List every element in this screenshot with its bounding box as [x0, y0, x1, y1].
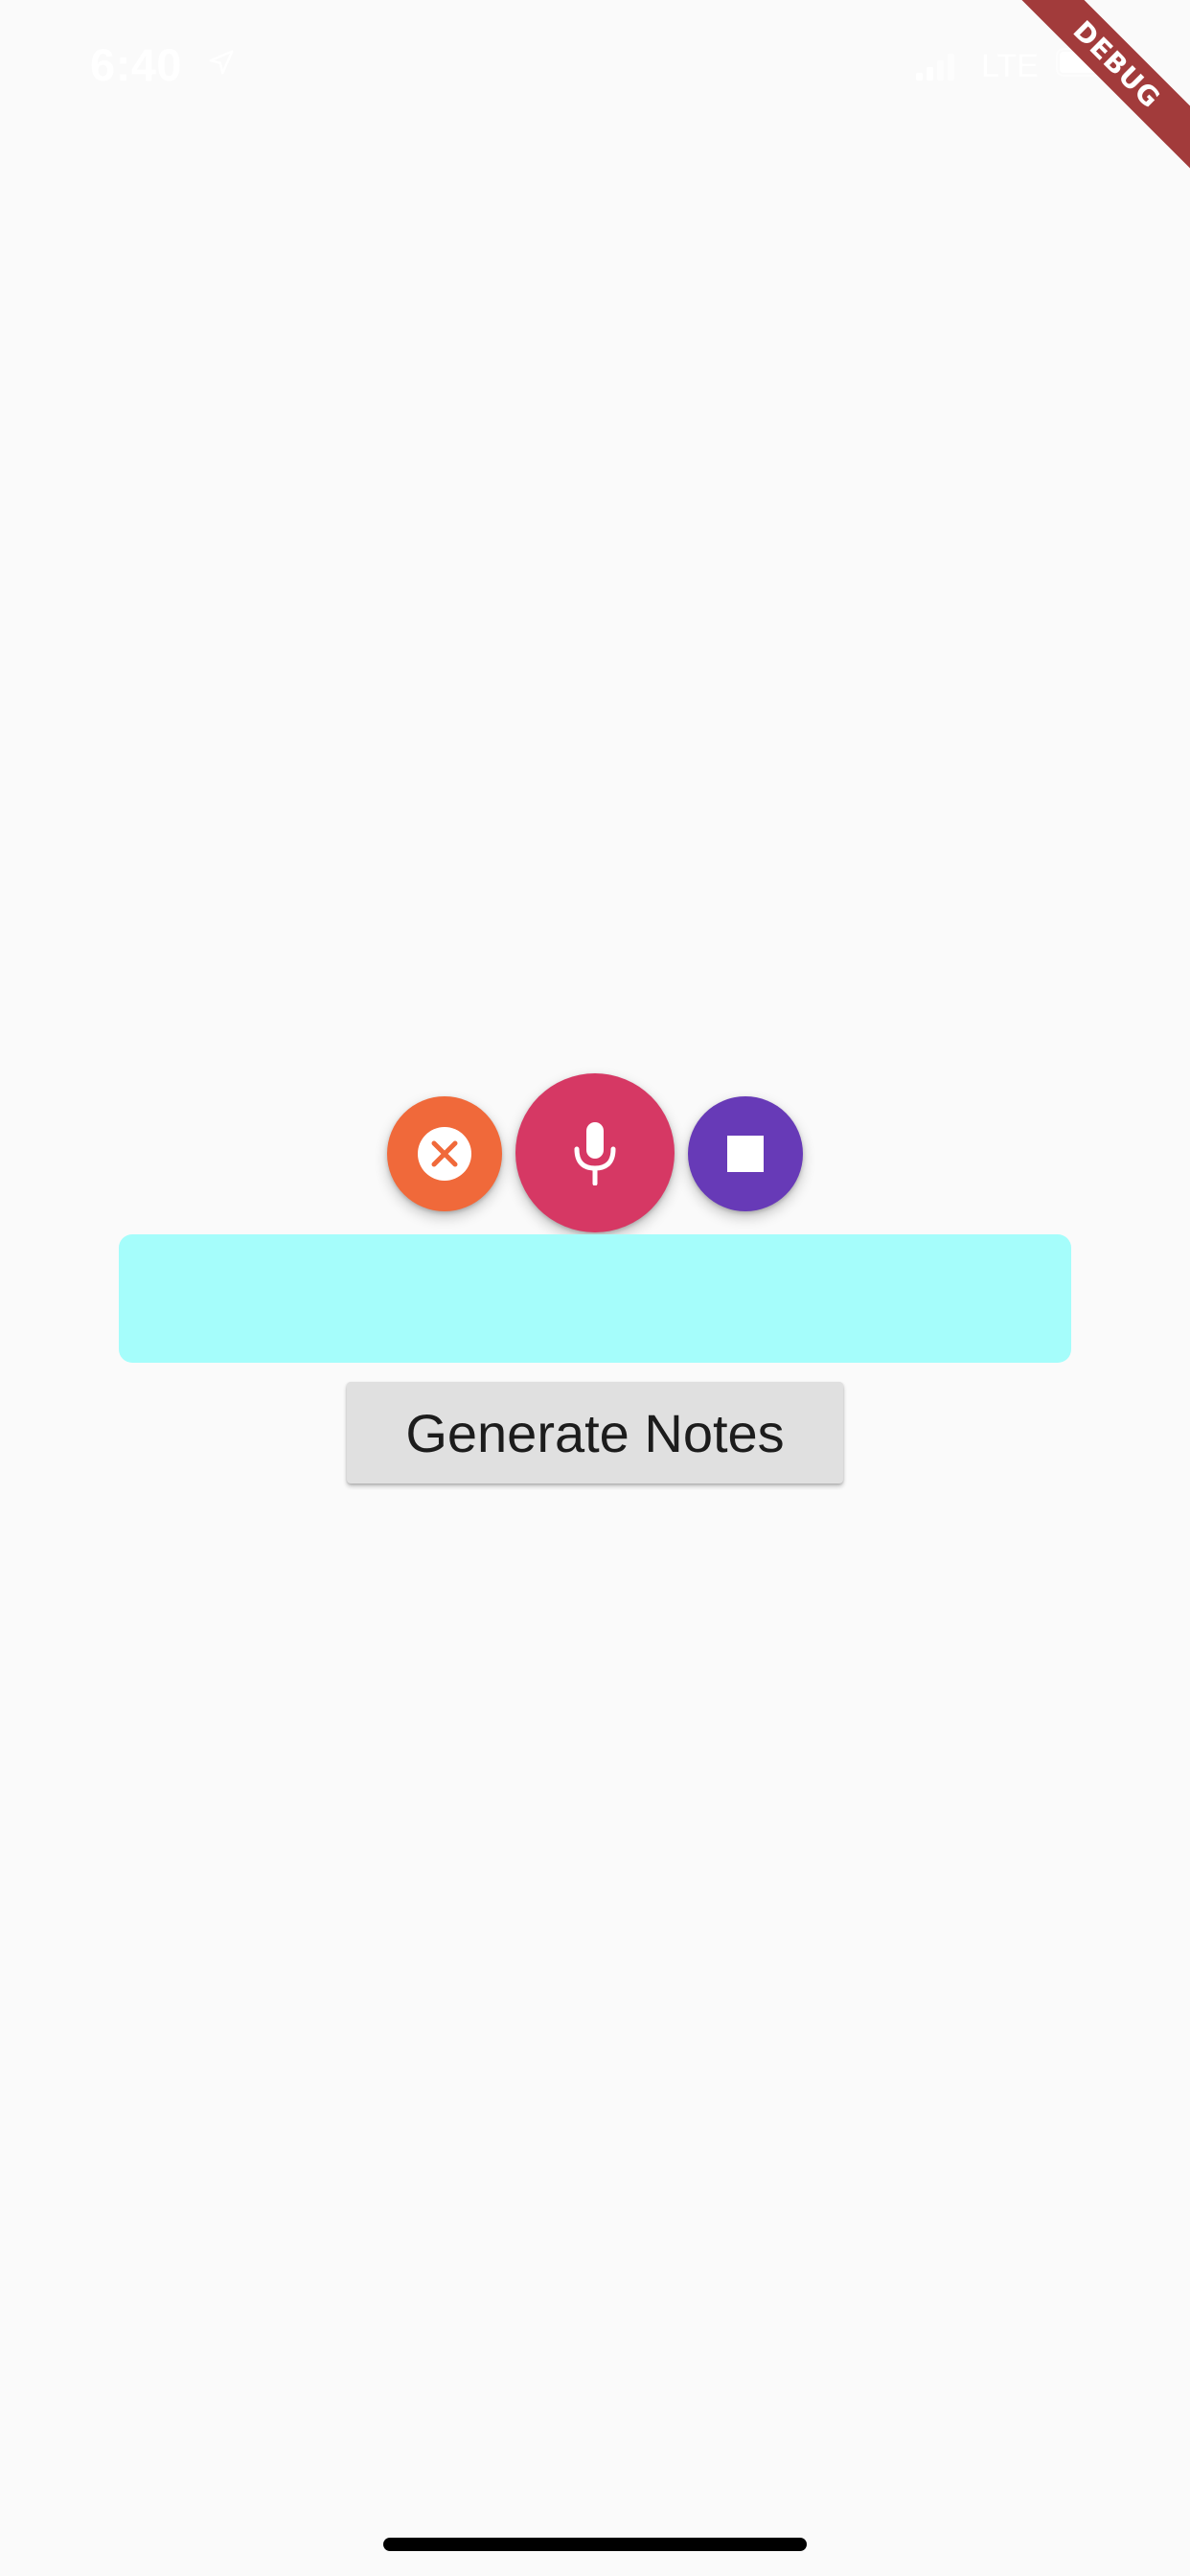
status-time: 6:40	[90, 39, 183, 90]
stop-icon	[727, 1136, 764, 1172]
record-button[interactable]	[515, 1073, 675, 1232]
debug-banner: DEBUG	[998, 0, 1190, 192]
stop-recording-button[interactable]	[688, 1096, 803, 1211]
microphone-icon	[574, 1122, 616, 1185]
cancel-recording-button[interactable]	[387, 1096, 502, 1211]
location-arrow-icon	[209, 50, 234, 75]
home-indicator[interactable]	[383, 2538, 807, 2551]
close-circle-icon	[418, 1127, 471, 1181]
cellular-signal-icon	[916, 54, 954, 80]
debug-ribbon-label: DEBUG	[1006, 0, 1190, 175]
generate-notes-button[interactable]: Generate Notes	[347, 1382, 843, 1484]
transcription-text-box[interactable]	[119, 1234, 1071, 1363]
